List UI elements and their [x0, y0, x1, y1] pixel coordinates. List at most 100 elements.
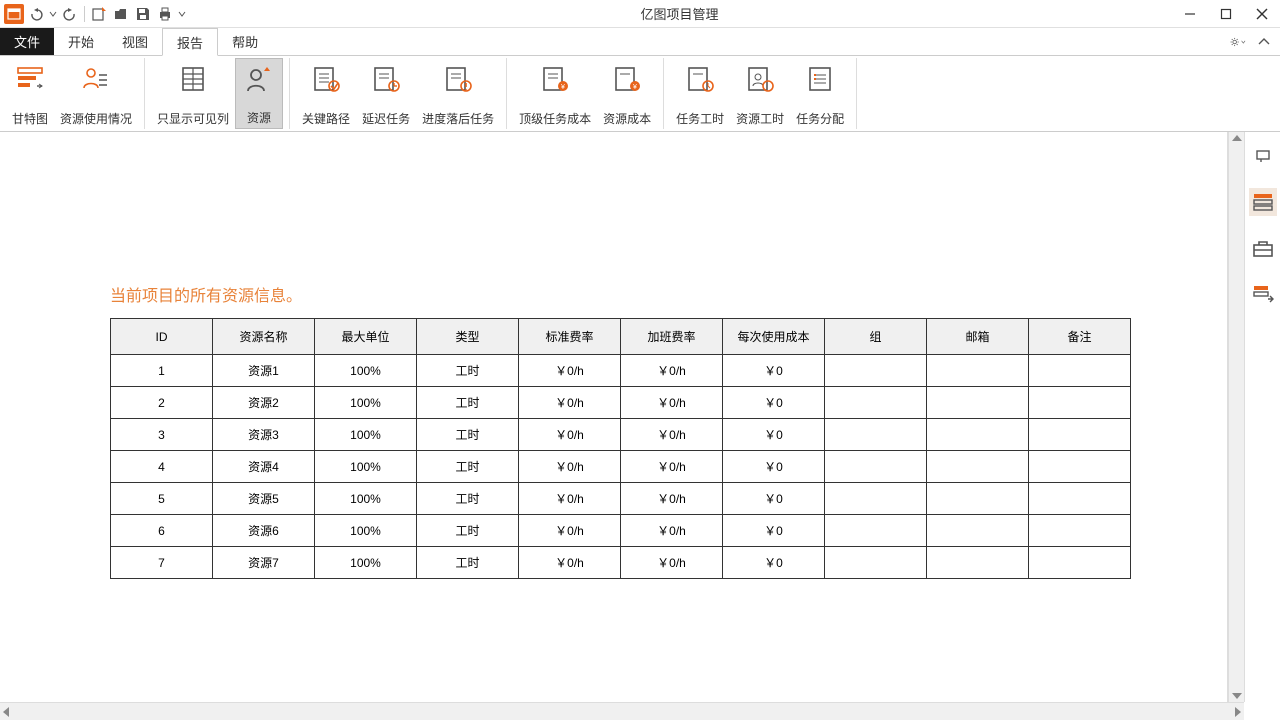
- ribbon-task-assign[interactable]: 任务分配: [790, 58, 850, 129]
- cell-email: [927, 483, 1029, 515]
- tab-file[interactable]: 文件: [0, 28, 54, 55]
- title-bar: 亿图项目管理: [0, 0, 1280, 28]
- window-title: 亿图项目管理: [187, 4, 1172, 23]
- cell-std: ￥0/h: [519, 387, 621, 419]
- minimize-button[interactable]: [1172, 0, 1208, 28]
- report-canvas: 当前项目的所有资源信息。 ID资源名称最大单位类型标准费率加班费率每次使用成本组…: [0, 132, 1228, 702]
- cell-std: ￥0/h: [519, 355, 621, 387]
- cell-id: 6: [111, 515, 213, 547]
- settings-icon[interactable]: [1230, 34, 1246, 50]
- table-row: 5资源5100%工时￥0/h￥0/h￥0: [111, 483, 1131, 515]
- tab-help[interactable]: 帮助: [218, 28, 272, 55]
- cell-group: [825, 483, 927, 515]
- cell-id: 4: [111, 451, 213, 483]
- behind-icon: [441, 62, 475, 96]
- cell-ot: ￥0/h: [621, 387, 723, 419]
- redo-button[interactable]: [60, 4, 80, 24]
- cell-email: [927, 451, 1029, 483]
- undo-button[interactable]: [26, 4, 46, 24]
- ribbon-label: 关键路径: [302, 110, 350, 127]
- horizontal-scrollbar[interactable]: [0, 702, 1244, 720]
- ribbon-label: 只显示可见列: [157, 110, 229, 127]
- export-button[interactable]: [89, 4, 109, 24]
- cell-max: 100%: [315, 355, 417, 387]
- print-button[interactable]: [155, 4, 175, 24]
- ribbon-gantt[interactable]: 甘特图: [6, 58, 54, 129]
- column-header: 资源名称: [213, 319, 315, 355]
- ribbon-resource-usage[interactable]: 资源使用情况: [54, 58, 138, 129]
- ribbon-label: 任务分配: [796, 110, 844, 127]
- cell-id: 3: [111, 419, 213, 451]
- cell-max: 100%: [315, 419, 417, 451]
- cell-type: 工时: [417, 483, 519, 515]
- cell-std: ￥0/h: [519, 451, 621, 483]
- report-title: 当前项目的所有资源信息。: [110, 282, 1227, 306]
- cell-per: ￥0: [723, 355, 825, 387]
- ribbon-behind-tasks[interactable]: 进度落后任务: [416, 58, 500, 129]
- table-row: 4资源4100%工时￥0/h￥0/h￥0: [111, 451, 1131, 483]
- cell-ot: ￥0/h: [621, 451, 723, 483]
- cell-email: [927, 515, 1029, 547]
- cell-ot: ￥0/h: [621, 515, 723, 547]
- ribbon-label: 资源工时: [736, 110, 784, 127]
- cell-name: 资源5: [213, 483, 315, 515]
- ribbon-resource[interactable]: 资源: [235, 58, 283, 129]
- tab-report[interactable]: 报告: [162, 28, 218, 56]
- ribbon-top-task-cost[interactable]: ¥ 顶级任务成本: [513, 58, 597, 129]
- cell-email: [927, 547, 1029, 579]
- cell-type: 工时: [417, 547, 519, 579]
- save-button[interactable]: [133, 4, 153, 24]
- cell-group: [825, 451, 927, 483]
- gantt-icon: [13, 62, 47, 96]
- ribbon-label: 资源使用情况: [60, 110, 132, 127]
- panel-style-icon[interactable]: [1249, 188, 1277, 216]
- column-header: 组: [825, 319, 927, 355]
- cell-ot: ￥0/h: [621, 355, 723, 387]
- pin-panel-icon[interactable]: [1249, 142, 1277, 170]
- cell-note: [1029, 387, 1131, 419]
- res-hours-icon: [743, 62, 777, 96]
- ribbon-resource-hours[interactable]: 资源工时: [730, 58, 790, 129]
- cell-per: ￥0: [723, 419, 825, 451]
- undo-dropdown[interactable]: [48, 4, 58, 24]
- ribbon-task-hours[interactable]: 任务工时: [670, 58, 730, 129]
- close-button[interactable]: [1244, 0, 1280, 28]
- res-cost-icon: ¥: [610, 62, 644, 96]
- ribbon-label: 顶级任务成本: [519, 110, 591, 127]
- cell-max: 100%: [315, 387, 417, 419]
- ribbon-label: 延迟任务: [362, 110, 410, 127]
- cell-id: 2: [111, 387, 213, 419]
- ribbon-label: 进度落后任务: [422, 110, 494, 127]
- ribbon-critical-path[interactable]: 关键路径: [296, 58, 356, 129]
- print-dropdown[interactable]: [177, 4, 187, 24]
- cell-group: [825, 515, 927, 547]
- menu-tabbar: 文件 开始 视图 报告 帮助: [0, 28, 1280, 56]
- cell-note: [1029, 451, 1131, 483]
- cell-ot: ￥0/h: [621, 547, 723, 579]
- ribbon-label: 甘特图: [12, 110, 48, 127]
- ribbon-visible-columns[interactable]: 只显示可见列: [151, 58, 235, 129]
- open-button[interactable]: [111, 4, 131, 24]
- cell-name: 资源6: [213, 515, 315, 547]
- tab-start[interactable]: 开始: [54, 28, 108, 55]
- collapse-ribbon-icon[interactable]: [1256, 34, 1272, 50]
- svg-text:¥: ¥: [633, 84, 637, 91]
- cell-name: 资源7: [213, 547, 315, 579]
- ribbon-resource-cost[interactable]: ¥ 资源成本: [597, 58, 657, 129]
- panel-toolbox-icon[interactable]: [1249, 234, 1277, 262]
- column-header: 加班费率: [621, 319, 723, 355]
- table-row: 2资源2100%工时￥0/h￥0/h￥0: [111, 387, 1131, 419]
- cell-group: [825, 419, 927, 451]
- ribbon-delayed-tasks[interactable]: 延迟任务: [356, 58, 416, 129]
- window-controls: [1172, 0, 1280, 28]
- cell-type: 工时: [417, 451, 519, 483]
- tab-view[interactable]: 视图: [108, 28, 162, 55]
- resource-table: ID资源名称最大单位类型标准费率加班费率每次使用成本组邮箱备注 1资源1100%…: [110, 318, 1131, 579]
- panel-export-icon[interactable]: [1249, 280, 1277, 308]
- vertical-scrollbar[interactable]: [1228, 132, 1244, 702]
- cell-name: 资源1: [213, 355, 315, 387]
- task-hours-icon: [683, 62, 717, 96]
- ribbon: 甘特图 资源使用情况 只显示可见列 资源 关键路径 延迟任务 进度落后任务: [0, 56, 1280, 132]
- table-row: 3资源3100%工时￥0/h￥0/h￥0: [111, 419, 1131, 451]
- maximize-button[interactable]: [1208, 0, 1244, 28]
